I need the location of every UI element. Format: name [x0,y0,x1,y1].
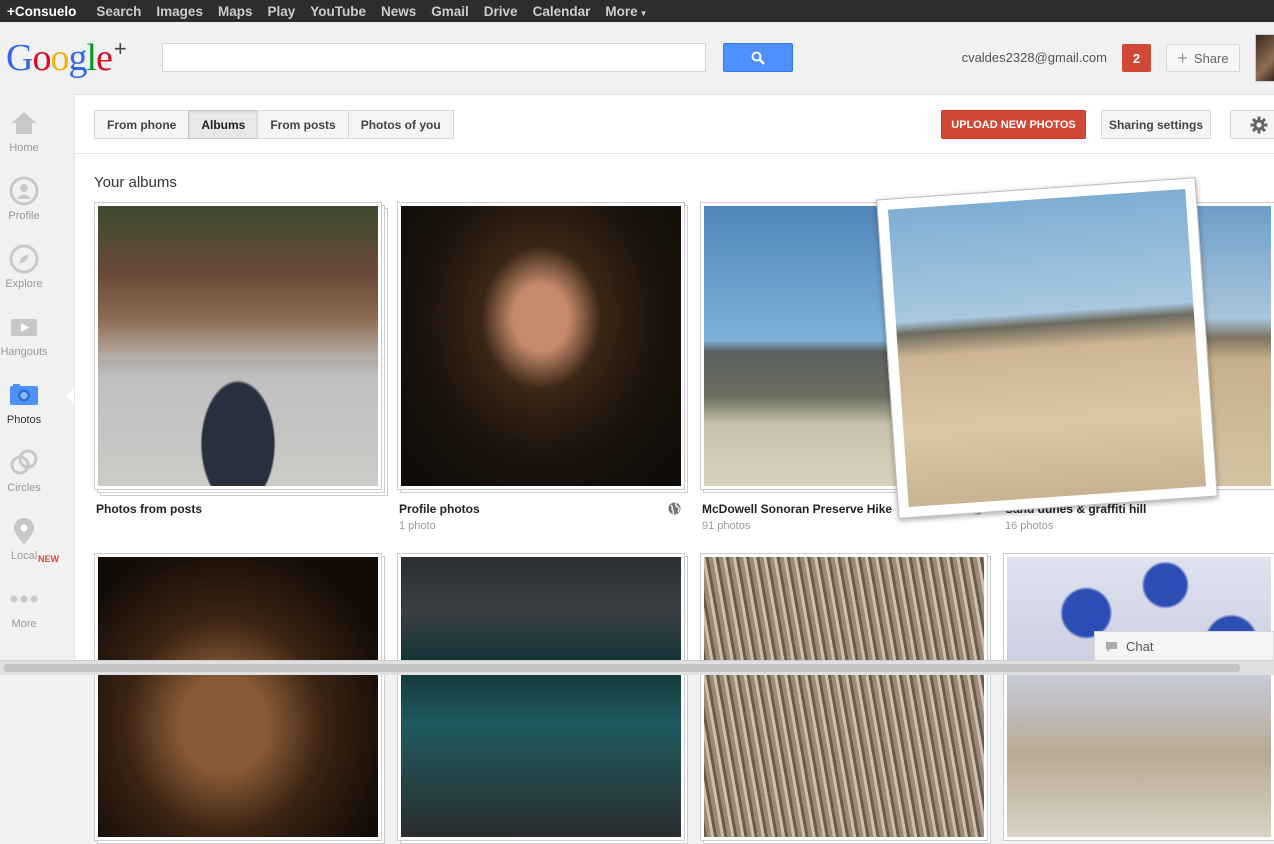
new-badge: NEW [38,554,59,564]
profile-icon [9,176,39,206]
album-photo-count: 1 photo [399,520,436,532]
topbar-link-play[interactable]: Play [267,4,295,19]
notification-count-badge[interactable]: 2 [1122,44,1151,72]
sidebar-item-label: Photos [6,414,42,426]
topbar-link-more[interactable]: More ▼ [605,4,647,19]
album-card[interactable] [94,553,389,844]
tab-from-phone[interactable]: From phone [94,110,190,139]
map-pin-icon [14,518,34,544]
album-cover[interactable] [94,202,382,490]
album-photo [98,557,378,837]
album-cover[interactable] [700,553,988,841]
sidebar-item-hangouts[interactable]: Hangouts [0,312,48,358]
album-photo [98,206,378,486]
sidebar-item-circles[interactable]: Circles [0,448,48,494]
settings-button[interactable] [1230,110,1274,139]
topbar-link-search[interactable]: Search [96,4,141,19]
gear-icon [1250,116,1268,133]
video-camera-icon [11,319,37,336]
share-button[interactable]: + Share [1166,44,1240,72]
compass-icon [9,244,39,274]
sidebar-item-label: More [11,618,37,630]
album-photo-count: 16 photos [1005,520,1054,532]
sidebar-item-label: Profile [8,210,40,222]
search-input[interactable] [162,43,706,72]
album-title[interactable]: Profile photos [399,502,480,516]
album-photo-count: 91 photos [702,520,751,532]
sharing-settings-button[interactable]: Sharing settings [1101,110,1211,139]
sidebar-item-label: Local [10,550,38,562]
album-preview-photo [887,188,1207,508]
album-photo [401,557,681,837]
topbar-link-gmail[interactable]: Gmail [431,4,469,19]
avatar[interactable] [1255,34,1274,82]
album-card[interactable] [700,553,995,844]
sidebar-item-label: Explore [5,278,43,290]
left-navigation: Home Profile Explore Hangouts Photos Cir… [0,94,74,675]
chat-label: Chat [1126,639,1154,654]
home-icon [12,112,36,134]
album-hover-preview[interactable] [876,177,1218,519]
album-cover[interactable] [397,202,685,490]
google-plus-logo[interactable]: Google+ [6,36,127,80]
more-label: More [605,3,638,19]
topbar-link-youtube[interactable]: YouTube [310,4,366,19]
sidebar-item-profile[interactable]: Profile [0,176,48,222]
sidebar-item-local[interactable]: NEW Local [0,516,59,564]
upload-new-photos-button[interactable]: UPLOAD NEW PHOTOS [941,110,1086,139]
sidebar-item-more[interactable]: More [0,584,48,630]
logo-plus: + [113,36,127,61]
album-card[interactable]: Photos from posts [94,202,389,542]
tab-from-posts[interactable]: From posts [257,110,349,139]
chat-bar[interactable]: Chat [1094,631,1274,661]
toolbar-divider [75,153,1274,154]
album-card[interactable]: Profile photos 1 photo [397,202,692,542]
album-photo [401,206,681,486]
photo-source-tabs: From phone Albums From posts Photos of y… [94,110,454,139]
album-title[interactable]: McDowell Sonoran Preserve Hike [702,502,892,516]
album-photo [704,557,984,837]
topbar-link-images[interactable]: Images [156,4,203,19]
google-top-bar: +Consuelo Search Images Maps Play YouTub… [0,0,1274,22]
search-icon [751,51,765,65]
section-title: Your albums [94,174,177,191]
album-card[interactable] [397,553,692,844]
share-label: Share [1193,50,1229,66]
album-title[interactable]: Photos from posts [96,502,202,516]
album-cover[interactable] [397,553,685,841]
album-photo [1007,557,1271,837]
album-cover[interactable] [94,553,382,841]
tab-photos-of-you[interactable]: Photos of you [347,110,454,139]
sidebar-item-label: Circles [7,482,41,494]
topbar-link-drive[interactable]: Drive [484,4,518,19]
scrollbar-thumb[interactable] [4,664,1240,672]
sidebar-item-label: Hangouts [0,346,48,358]
sidebar-item-home[interactable]: Home [0,108,48,154]
camera-icon [10,384,38,405]
topbar-link-news[interactable]: News [381,4,416,19]
tab-albums[interactable]: Albums [188,110,259,139]
sidebar-item-photos[interactable]: Photos [0,380,48,426]
topbar-link-maps[interactable]: Maps [218,4,253,19]
horizontal-scrollbar[interactable] [0,660,1274,675]
sidebar-item-explore[interactable]: Explore [0,244,48,290]
topbar-link-profile[interactable]: +Consuelo [7,4,76,19]
account-email[interactable]: cvaldes2328@gmail.com [962,50,1107,65]
plus-icon: + [1177,47,1188,68]
album-cover[interactable] [1003,553,1274,841]
topbar-link-calendar[interactable]: Calendar [533,4,591,19]
more-dots-icon [10,595,38,603]
search-button[interactable] [723,43,793,72]
header: Google+ cvaldes2328@gmail.com 2 + Share [0,22,1274,94]
circles-icon [10,449,38,475]
sidebar-item-label: Home [9,142,39,154]
globe-icon [668,502,681,515]
caret-down-icon: ▼ [639,8,648,18]
chat-bubble-icon [1106,641,1117,652]
